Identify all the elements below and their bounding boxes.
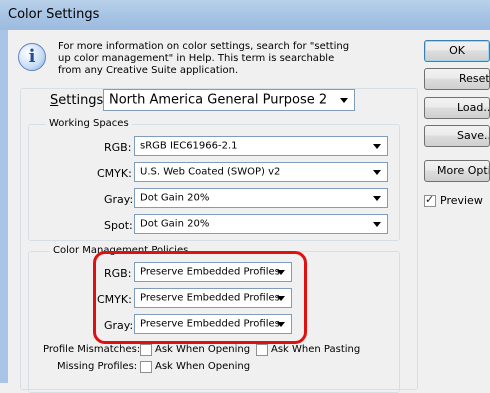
ws-spot-dropdown[interactable]: Dot Gain 20% — [134, 214, 388, 234]
profile-mismatches-label: Profile Mismatches: — [43, 344, 141, 355]
preview-label[interactable]: Preview — [440, 194, 483, 207]
settings-dropdown[interactable]: North America General Purpose 2 — [103, 89, 355, 111]
ws-gray-value: Dot Gain 20% — [140, 192, 210, 204]
save-button[interactable]: Save... — [424, 125, 490, 147]
ws-spot-label: Spot: — [104, 219, 133, 232]
missing-ask-opening-checkbox[interactable] — [140, 361, 152, 373]
ws-cmyk-value: U.S. Web Coated (SWOP) v2 — [140, 166, 281, 178]
ws-cmyk-label: CMYK: — [97, 167, 132, 180]
ws-rgb-value: sRGB IEC61966-2.1 — [140, 140, 238, 152]
working-spaces-title: Working Spaces — [46, 118, 132, 129]
window-title: Color Settings — [8, 7, 100, 22]
chevron-down-icon — [373, 222, 381, 227]
ok-button[interactable]: OK — [424, 40, 490, 62]
ws-rgb-label: RGB: — [104, 141, 132, 154]
load-button[interactable]: Load... — [424, 97, 490, 119]
chevron-down-icon — [373, 170, 381, 175]
missing-ask-opening-label[interactable]: Ask When Opening — [155, 361, 250, 372]
mismatch-ask-pasting-label[interactable]: Ask When Pasting — [271, 344, 360, 355]
ws-gray-dropdown[interactable]: Dot Gain 20% — [134, 188, 388, 208]
mismatch-ask-opening-checkbox[interactable] — [140, 344, 152, 356]
ws-spot-value: Dot Gain 20% — [140, 218, 210, 230]
ws-gray-label: Gray: — [104, 193, 134, 206]
mismatch-ask-opening-label[interactable]: Ask When Opening — [155, 344, 250, 355]
settings-label: Settings: — [50, 93, 108, 108]
more-options-button[interactable]: More Options — [424, 160, 490, 182]
chevron-down-icon — [340, 98, 348, 103]
missing-profiles-label: Missing Profiles: — [57, 361, 138, 372]
window-frame — [0, 30, 8, 383]
preview-checkbox[interactable] — [424, 193, 436, 207]
reset-button[interactable]: Reset — [424, 68, 490, 90]
settings-value: North America General Purpose 2 — [109, 92, 328, 108]
info-icon: i — [18, 43, 46, 71]
info-text: For more information on color settings, … — [58, 41, 350, 76]
chevron-down-icon — [373, 196, 381, 201]
title-bar[interactable]: Color Settings — [0, 0, 490, 30]
ws-rgb-dropdown[interactable]: sRGB IEC61966-2.1 — [134, 136, 388, 156]
ws-cmyk-dropdown[interactable]: U.S. Web Coated (SWOP) v2 — [134, 162, 388, 182]
highlight-annotation — [93, 251, 307, 344]
chevron-down-icon — [373, 144, 381, 149]
mismatch-ask-pasting-checkbox[interactable] — [256, 344, 268, 356]
